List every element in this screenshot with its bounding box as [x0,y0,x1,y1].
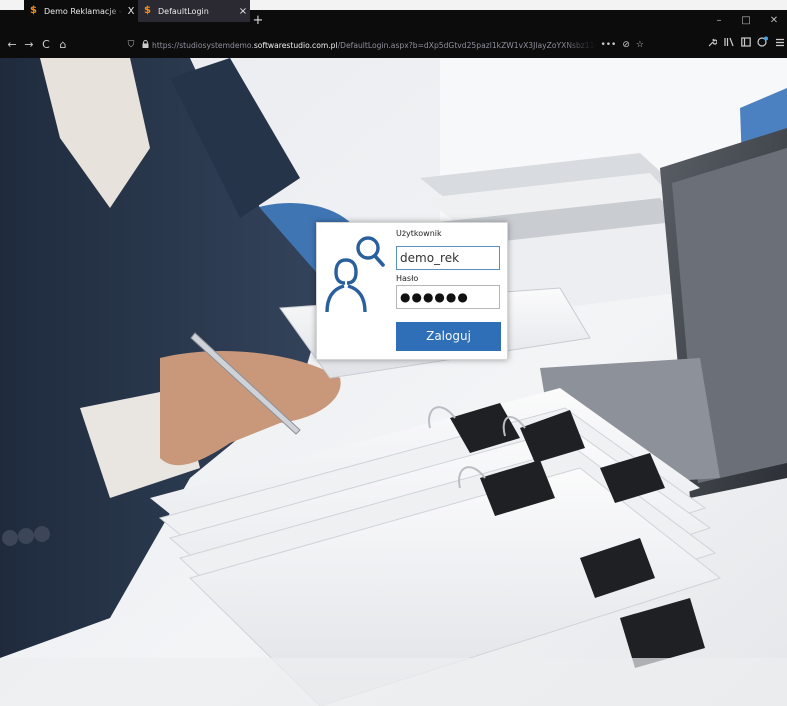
username-label: Użytkownik [396,229,442,238]
maximize-button[interactable]: □ [733,10,759,32]
password-label: Hasło [396,274,419,283]
tab-title: Demo Reklamacje - Demo on li [44,6,124,16]
dollar-favicon-icon: $ [144,5,151,16]
login-button[interactable]: Zaloguj [396,322,501,351]
tracking-shield-icon[interactable]: ⛉ [124,40,138,50]
address-bar[interactable]: ⛉ https://studiosystemdemo.softwarestudi… [124,35,652,55]
reload-button[interactable]: C [38,32,54,58]
login-dialog: Użytkownik demo_rek Hasło ●●●●●● Zaloguj [316,222,508,360]
sidebar-icon[interactable] [738,32,754,58]
bookmark-star-icon[interactable]: ☆ [636,40,644,50]
pocket-icon[interactable]: ⊘ [622,40,630,50]
url-text: https://studiosystemdemo.softwarestudio.… [152,40,597,50]
more-actions-icon[interactable]: ••• [600,40,616,50]
close-tab-icon[interactable]: × [236,6,250,17]
password-input[interactable]: ●●●●●● [396,285,500,309]
back-button[interactable]: ← [4,32,20,58]
close-window-button[interactable]: ✕ [761,10,787,32]
tab-defaultlogin[interactable]: $ DefaultLogin × [138,0,250,22]
home-button[interactable]: ⌂ [55,32,71,58]
screen: $ Demo Reklamacje - Demo on li X $ Defau… [0,0,787,706]
office-documents-illustration [0,58,787,706]
menu-icon[interactable] [772,32,787,58]
new-tab-button[interactable]: + [251,10,265,32]
user-search-icon [325,236,385,313]
background-photo [0,58,787,706]
forward-button[interactable]: → [21,32,37,58]
minimize-button[interactable]: – [706,10,732,32]
dollar-favicon-icon: $ [30,5,37,16]
lock-icon[interactable] [138,40,152,50]
url-actions: ••• ⊘ ☆ [600,35,644,55]
library-icon[interactable] [721,32,737,58]
tab-title: DefaultLogin [158,6,209,16]
extension-icon[interactable] [755,32,771,58]
wrench-icon[interactable] [704,32,720,58]
username-input[interactable]: demo_rek [396,246,500,270]
close-tab-icon[interactable]: X [124,6,138,17]
tab-demo-reklamacje[interactable]: $ Demo Reklamacje - Demo on li X [24,0,138,22]
